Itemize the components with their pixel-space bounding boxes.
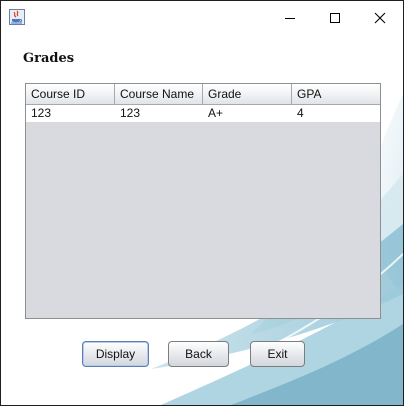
close-button[interactable] (357, 1, 403, 34)
column-header-gpa[interactable]: GPA (292, 84, 380, 104)
page-title: Grades (23, 51, 75, 66)
maximize-icon (330, 12, 340, 23)
table-cell-course-name[interactable]: 123 (115, 105, 203, 122)
table-cell-gpa[interactable]: 4 (292, 105, 380, 122)
table-cell-course-id[interactable]: 123 (26, 105, 115, 122)
minimize-button[interactable] (267, 1, 313, 34)
title-bar[interactable] (1, 1, 403, 34)
column-header-course-id[interactable]: Course ID (26, 84, 115, 104)
table-cell-grade[interactable]: A+ (203, 105, 292, 122)
java-app-icon (9, 9, 25, 25)
display-button[interactable]: Display (82, 341, 149, 367)
close-icon (374, 12, 386, 23)
column-header-course-name[interactable]: Course Name (115, 84, 203, 104)
back-button[interactable]: Back (168, 341, 229, 367)
minimize-icon (285, 17, 295, 19)
content-panel: Grades Course ID Course Name Grade GPA 1… (1, 34, 403, 405)
table-header: Course ID Course Name Grade GPA (26, 84, 380, 105)
grades-window: Grades Course ID Course Name Grade GPA 1… (0, 0, 404, 406)
grades-table[interactable]: Course ID Course Name Grade GPA 123 123 … (25, 83, 381, 319)
exit-button[interactable]: Exit (250, 341, 305, 367)
column-header-grade[interactable]: Grade (203, 84, 292, 104)
table-row[interactable]: 123 123 A+ 4 (26, 105, 380, 122)
maximize-button[interactable] (312, 1, 358, 34)
